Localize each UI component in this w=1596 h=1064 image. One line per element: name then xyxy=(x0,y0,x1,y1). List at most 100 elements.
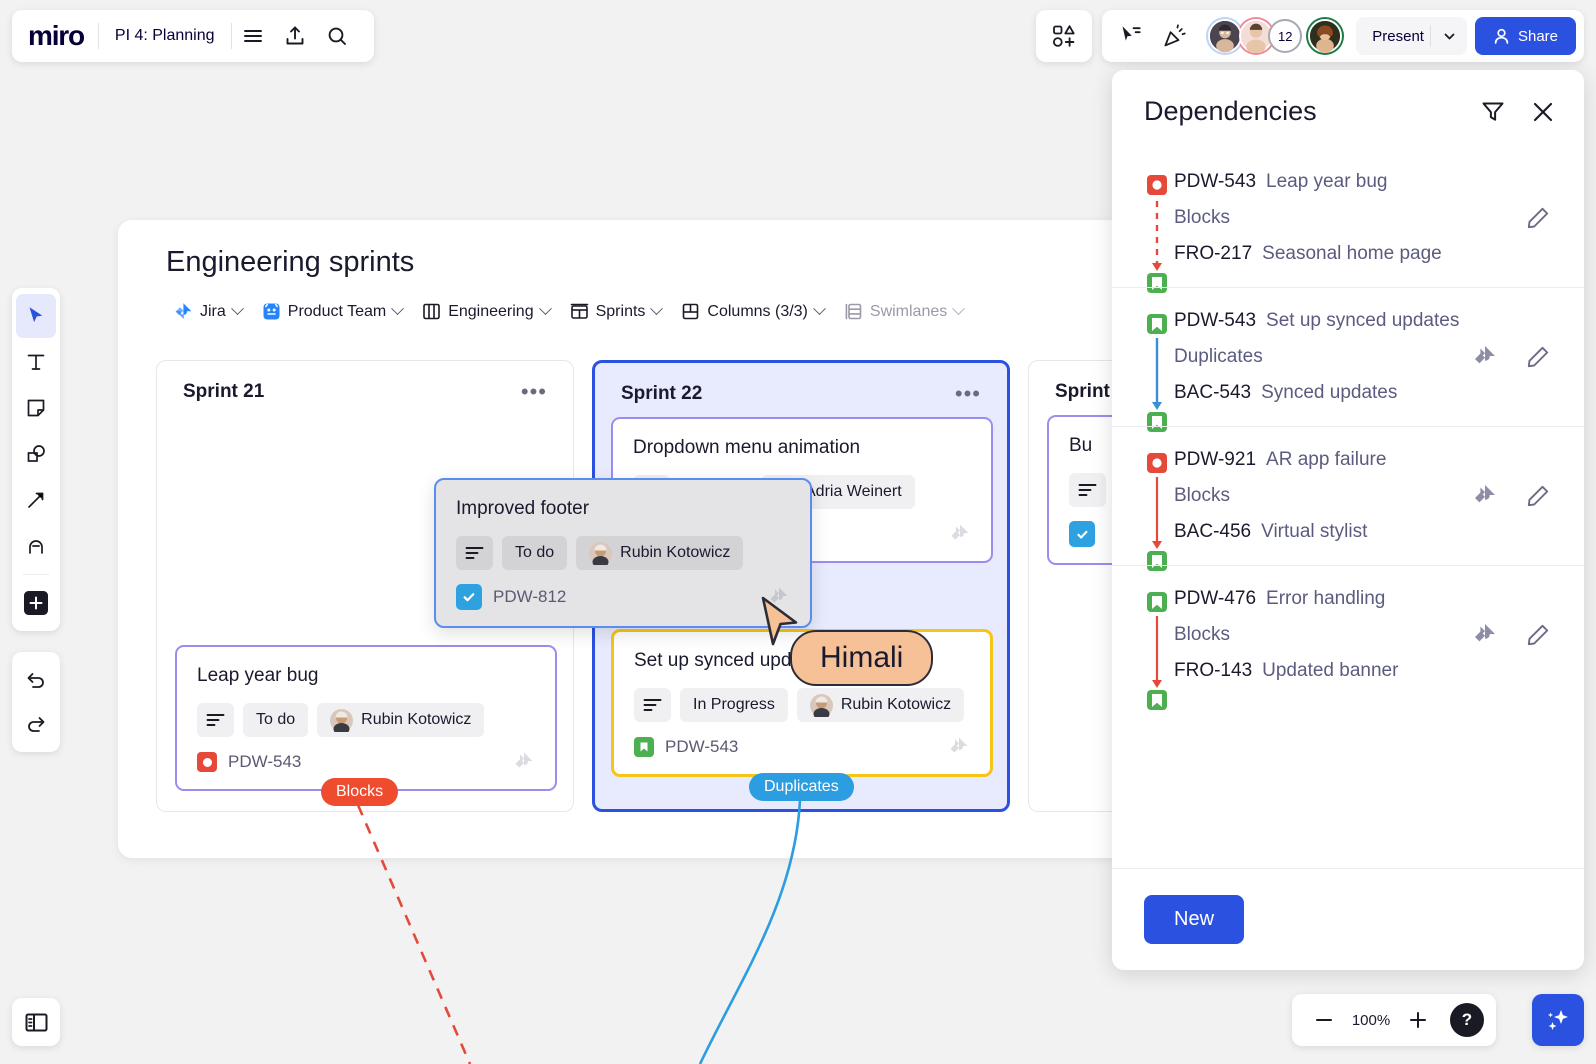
description-icon[interactable] xyxy=(1069,473,1106,507)
chevron-down-icon xyxy=(230,302,244,316)
shapes-tool[interactable] xyxy=(16,432,56,476)
assignee-name: Adria Weinert xyxy=(805,483,902,500)
jira-icon[interactable] xyxy=(1472,622,1498,648)
filter-jira[interactable]: Jira xyxy=(166,297,250,326)
dependency-target[interactable]: FRO-217 Seasonal home page xyxy=(1174,243,1556,265)
avatar-ring[interactable] xyxy=(1306,17,1345,55)
filter-columns[interactable]: Columns (3/3) xyxy=(673,297,831,326)
dragged-card[interactable]: Improved footer To do Rubin Kotowicz PDW… xyxy=(434,478,812,628)
dependency-item[interactable]: PDW-476 Error handling Blocks FRO-143 Up… xyxy=(1112,565,1584,710)
select-tool[interactable] xyxy=(16,294,56,338)
dependency-source[interactable]: PDW-921 AR app failure xyxy=(1174,449,1556,471)
filter-icon[interactable] xyxy=(1480,99,1506,125)
chevron-down-icon[interactable] xyxy=(1437,30,1463,43)
board-title[interactable]: PI 4: Planning xyxy=(99,27,231,45)
present-button[interactable]: Present xyxy=(1356,17,1467,55)
dependency-item[interactable]: PDW-543 Set up synced updates Duplicates xyxy=(1112,287,1584,432)
edit-pencil-icon[interactable] xyxy=(1526,623,1550,647)
sidebar-panel-icon[interactable] xyxy=(12,998,60,1046)
zoom-out-button[interactable] xyxy=(1304,1000,1344,1040)
hamburger-menu-icon[interactable] xyxy=(232,15,274,57)
status-chip[interactable]: To do xyxy=(243,703,309,737)
avatar-current-user[interactable] xyxy=(1308,19,1343,53)
shapes-add-button[interactable] xyxy=(1036,10,1093,62)
search-icon[interactable] xyxy=(316,15,358,57)
ai-sparkle-button[interactable] xyxy=(1532,994,1584,1046)
filter-bar: Jira Product Team Engineering Sprints Co… xyxy=(118,279,1218,326)
dependency-target[interactable]: BAC-543 Synced updates xyxy=(1174,382,1556,404)
dependency-relation-row: Blocks xyxy=(1174,193,1556,243)
zoom-percent[interactable]: 100% xyxy=(1348,1012,1394,1029)
assignee-chip[interactable]: Rubin Kotowicz xyxy=(576,536,744,570)
filter-sprints[interactable]: Sprints xyxy=(562,297,670,326)
filter-product-team[interactable]: Product Team xyxy=(254,297,410,326)
zoom-in-button[interactable] xyxy=(1398,1000,1438,1040)
share-label: Share xyxy=(1517,27,1558,45)
redo-icon[interactable] xyxy=(16,702,56,746)
new-dependency-button[interactable]: New xyxy=(1144,895,1245,944)
pen-tool[interactable] xyxy=(16,524,56,568)
column-header: Sprint 22 ••• xyxy=(595,363,1007,405)
column-menu-button[interactable]: ••• xyxy=(955,383,981,405)
jira-icon[interactable] xyxy=(1472,344,1498,370)
status-chip[interactable]: To do xyxy=(502,536,568,570)
description-icon[interactable] xyxy=(634,688,671,722)
dependency-source[interactable]: PDW-543 Set up synced updates xyxy=(1174,310,1556,332)
assignee-name: Rubin Kotowicz xyxy=(361,711,472,728)
text-tool[interactable] xyxy=(16,340,56,384)
collaborator-avatars[interactable]: 12 xyxy=(1198,17,1350,55)
jira-icon xyxy=(948,736,970,758)
issue-key[interactable]: PDW-543 xyxy=(197,752,301,772)
edit-pencil-icon[interactable] xyxy=(1526,484,1550,508)
upload-icon[interactable] xyxy=(274,15,316,57)
edit-pencil-icon[interactable] xyxy=(1526,206,1550,230)
blocks-badge[interactable]: Blocks xyxy=(321,778,399,806)
duplicates-badge[interactable]: Duplicates xyxy=(749,773,854,801)
undo-icon[interactable] xyxy=(16,658,56,702)
collaborator-cursor-icon xyxy=(760,596,808,656)
dependency-target[interactable]: BAC-456 Virtual stylist xyxy=(1174,521,1556,543)
help-button[interactable]: ? xyxy=(1450,1003,1484,1037)
task-icon xyxy=(456,584,482,610)
status-chip[interactable]: In Progress xyxy=(680,688,788,722)
relation-label: Blocks xyxy=(1174,624,1230,645)
dependency-target[interactable]: FRO-143 Updated banner xyxy=(1174,660,1556,682)
assignee-chip[interactable]: Rubin Kotowicz xyxy=(796,688,965,722)
dependency-item[interactable]: PDW-921 AR app failure Blocks BAC-456 Vi… xyxy=(1112,426,1584,571)
jira-card[interactable]: Leap year bug To do Rubin Kotowicz PDW-5… xyxy=(175,645,557,791)
chevron-down-icon xyxy=(813,302,826,316)
source-summary: Leap year bug xyxy=(1266,171,1388,192)
connector-tool[interactable] xyxy=(16,478,56,522)
issue-key[interactable]: PDW-812 xyxy=(456,584,566,610)
more-apps-tool[interactable] xyxy=(16,581,56,625)
assignee-chip[interactable]: Rubin Kotowicz xyxy=(317,703,485,737)
sticky-note-tool[interactable] xyxy=(16,386,56,430)
target-key: FRO-143 xyxy=(1174,660,1253,681)
team-icon xyxy=(262,302,281,321)
filter-engineering[interactable]: Engineering xyxy=(414,297,557,326)
dependency-item[interactable]: PDW-543 Leap year bug Blocks FRO-217 Sea… xyxy=(1112,149,1584,293)
description-icon[interactable] xyxy=(456,536,493,570)
dependency-arrow xyxy=(1144,588,1174,710)
dependency-source[interactable]: PDW-476 Error handling xyxy=(1174,588,1556,610)
celebrate-icon[interactable] xyxy=(1154,15,1196,57)
filter-label: Columns (3/3) xyxy=(707,302,808,320)
edit-pencil-icon[interactable] xyxy=(1526,345,1550,369)
jira-icon[interactable] xyxy=(1472,483,1498,509)
issue-key[interactable]: PDW-543 xyxy=(634,737,738,757)
column-title: Sprint 22 xyxy=(621,383,703,404)
collaborator-count[interactable]: 12 xyxy=(1268,19,1303,53)
share-button[interactable]: Share xyxy=(1474,17,1576,55)
column-menu-button[interactable]: ••• xyxy=(521,381,547,403)
source-key: PDW-921 xyxy=(1174,449,1257,470)
description-icon[interactable] xyxy=(197,703,234,737)
close-icon[interactable] xyxy=(1530,99,1556,125)
story-icon xyxy=(634,737,654,757)
miro-logo[interactable]: miro xyxy=(28,20,98,52)
avatar[interactable] xyxy=(1208,19,1243,53)
dependency-source[interactable]: PDW-543 Leap year bug xyxy=(1174,171,1556,193)
source-summary: Error handling xyxy=(1266,588,1386,609)
undo-redo-toolbar xyxy=(12,652,60,752)
cursor-share-icon[interactable] xyxy=(1110,15,1152,57)
filter-swimlanes[interactable]: Swimlanes xyxy=(836,297,971,326)
